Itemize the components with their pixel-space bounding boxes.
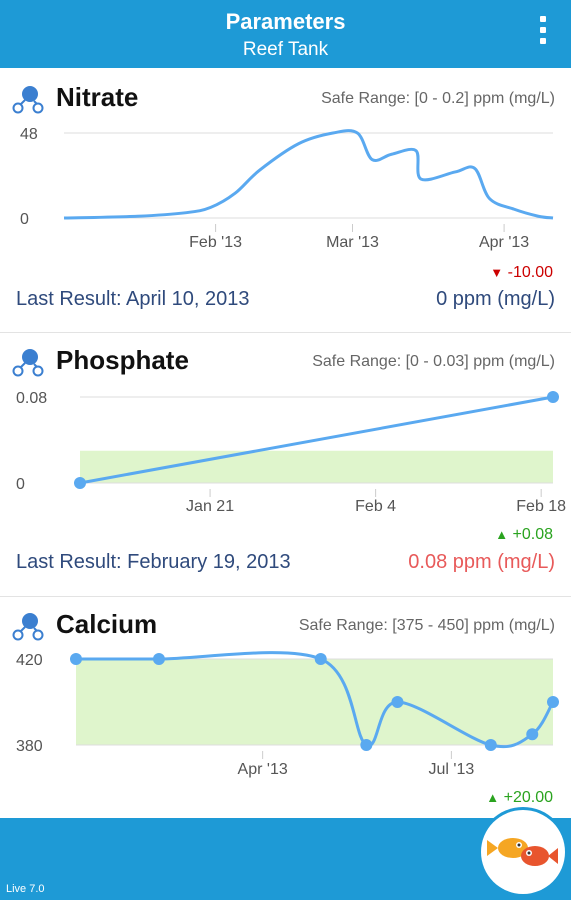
series-line	[63, 129, 554, 220]
y-tick-label: 48	[20, 126, 38, 143]
x-tick-label: Apr '13	[479, 234, 529, 251]
y-tick-label: 0	[20, 211, 29, 228]
fish-logo-graphic	[487, 838, 558, 866]
calcium-chart: 420 380 Apr '13 Jul '13	[16, 651, 559, 778]
last-result-label: Last Result: February 19, 2013	[16, 551, 291, 573]
data-point	[547, 696, 559, 708]
y-tick-label: 0	[16, 476, 25, 493]
app-bar: Parameters Reef Tank	[0, 0, 571, 68]
tank-name: Reef Tank	[242, 39, 329, 60]
data-point	[74, 477, 86, 489]
data-point	[360, 739, 373, 751]
x-tick-label: Feb '13	[189, 234, 242, 251]
last-result-value: 0.08 ppm (mg/L)	[408, 551, 555, 573]
page-title: Parameters	[225, 9, 346, 34]
data-point	[484, 739, 497, 751]
data-point	[547, 391, 559, 403]
data-point	[152, 653, 165, 665]
data-point	[314, 653, 327, 665]
parameter-card-phosphate[interactable]: Phosphate Safe Range: [0 - 0.03] ppm (mg…	[0, 333, 571, 598]
y-tick-label: 420	[16, 652, 43, 669]
x-tick-label: Feb 4	[355, 498, 396, 515]
delta-badge: ▲ +0.08	[495, 526, 553, 544]
data-point	[391, 696, 404, 708]
delta-value: -10.00	[507, 264, 553, 281]
x-tick-label: Mar '13	[326, 234, 379, 251]
delta-badge: ▼ -10.00	[490, 264, 553, 282]
safe-range-band	[80, 450, 553, 483]
x-tick-label: Jan 21	[186, 498, 234, 515]
down-arrow-icon: ▼	[490, 265, 504, 280]
overflow-menu-icon[interactable]	[535, 16, 551, 54]
delta-value: +20.00	[503, 789, 553, 806]
version-label: Live 7.0	[6, 883, 45, 895]
y-tick-label: 0.08	[16, 390, 47, 407]
data-point	[70, 653, 82, 665]
up-arrow-icon: ▲	[495, 527, 509, 542]
y-tick-label: 380	[16, 738, 43, 755]
parameter-card-nitrate[interactable]: Nitrate Safe Range: [0 - 0.2] ppm (mg/L)…	[0, 70, 571, 334]
fish-logo-icon[interactable]	[481, 810, 565, 894]
x-tick-label: Apr '13	[238, 761, 288, 778]
data-point	[526, 728, 539, 741]
delta-badge: ▲ +20.00	[486, 789, 553, 807]
up-arrow-icon: ▲	[486, 790, 500, 805]
safe-range-band	[76, 659, 553, 745]
x-tick-label: Jul '13	[429, 761, 475, 778]
x-tick-label: Feb 18	[516, 498, 566, 515]
last-result-value: 0 ppm (mg/L)	[436, 288, 555, 310]
delta-value: +0.08	[512, 526, 553, 543]
parameter-card-calcium[interactable]: Calcium Safe Range: [375 - 450] ppm (mg/…	[0, 597, 571, 818]
last-result-label: Last Result: April 10, 2013	[16, 288, 250, 310]
